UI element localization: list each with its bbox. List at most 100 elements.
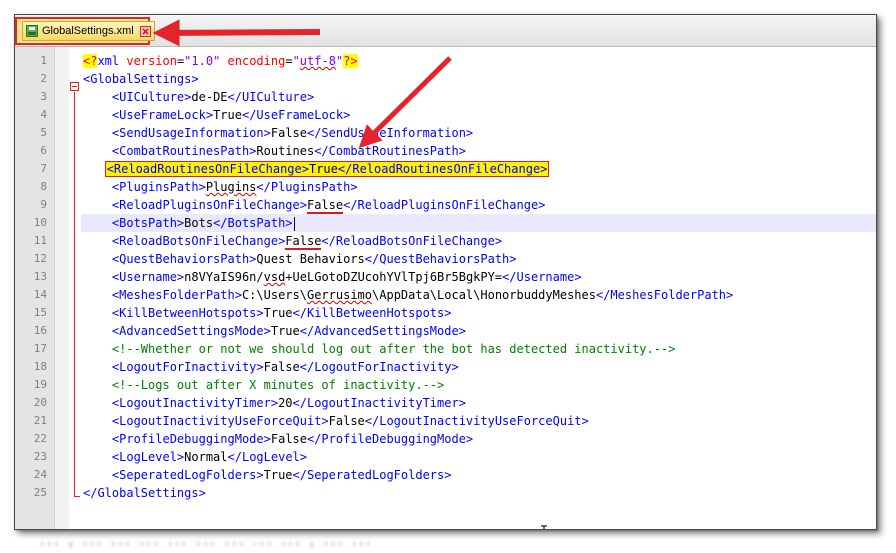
open-tag: <LogoutForInactivity> <box>111 360 264 374</box>
close-tag: </BotsPath> <box>213 216 293 230</box>
line-number: 15 <box>33 306 47 319</box>
blurred-background-text: ... , ... ... ... ... ... ... ... ... , … <box>40 530 374 549</box>
code-line-1: <?xml version="1.0" encoding="utf-8"?> <box>83 52 876 70</box>
open-tag: <ReloadPluginsOnFileChange> <box>111 198 307 212</box>
element-value: n8VYaIS96n/ <box>184 270 264 284</box>
xml-decl-quote: " <box>292 54 300 68</box>
code-line-11: <ReloadBotsOnFileChange>False</ReloadBot… <box>83 232 876 250</box>
close-tab-icon[interactable] <box>139 25 151 37</box>
line-number: 9 <box>40 198 47 211</box>
code-line-4: <UseFrameLock>True</UseFrameLock> <box>83 106 876 124</box>
line-number: 24 <box>33 468 47 481</box>
element-value: True <box>308 162 338 176</box>
code-line-25: </GlobalSettings> <box>83 484 876 502</box>
highlighted-reload-routines: <ReloadRoutinesOnFileChange>True</Reload… <box>104 161 550 177</box>
close-tag: </QuestBehaviorsPath> <box>364 252 517 266</box>
close-tag: </Username> <box>502 270 582 284</box>
xml-decl-open: <? <box>83 54 98 68</box>
open-tag: <SendUsageInformation> <box>111 126 271 140</box>
line-number: 5 <box>40 126 47 139</box>
line-number: 21 <box>33 414 47 427</box>
tab-globalsettings[interactable]: GlobalSettings.xml <box>15 17 155 45</box>
open-tag: <Username> <box>111 270 185 284</box>
code-line-5: <SendUsageInformation>False</SendUsageIn… <box>83 124 876 142</box>
code-line-17: <!--Whether or not we should log out aft… <box>83 340 876 358</box>
line-number: 8 <box>40 180 47 193</box>
code-line-8: <PluginsPath>Plugins</PluginsPath> <box>83 178 876 196</box>
tab-inner[interactable]: GlobalSettings.xml <box>22 21 155 41</box>
code-line-2: <GlobalSettings> <box>83 70 876 88</box>
xml-file-icon <box>26 25 38 37</box>
code-line-21: <LogoutInactivityUseForceQuit>False</Log… <box>83 412 876 430</box>
root-open-tag: <GlobalSettings> <box>83 72 199 86</box>
open-tag: <UICulture> <box>111 90 192 104</box>
element-value: de-DE <box>191 90 228 104</box>
line-number: 19 <box>33 378 47 391</box>
close-tag: </MeshesFolderPath> <box>595 288 734 302</box>
open-tag: <BotsPath> <box>111 216 185 230</box>
code-line-20: <LogoutInactivityTimer>20</LogoutInactiv… <box>83 394 876 412</box>
notepad-window: GlobalSettings.xml 1 2 3 4 5 6 7 8 9 10 11 12 13 14 15… <box>14 14 877 530</box>
element-value: Routines <box>256 144 315 158</box>
open-tag: <UseFrameLock> <box>111 108 214 122</box>
open-tag: <CombatRoutinesPath> <box>111 144 257 158</box>
line-number: 17 <box>33 342 47 355</box>
xml-decl-version-value: "1.0" <box>184 54 221 68</box>
element-value: C:\Users\ <box>241 288 307 302</box>
element-value: \AppData\Local\HonorbuddyMeshes <box>372 288 596 302</box>
code-line-14: <MeshesFolderPath>C:\Users\Gerrusimo\App… <box>83 286 876 304</box>
line-number: 18 <box>33 360 47 373</box>
element-value: False <box>328 414 365 428</box>
close-tag: </UseFrameLock> <box>241 108 351 122</box>
close-tag: </CombatRoutinesPath> <box>314 144 466 158</box>
open-tag: <AdvancedSettingsMode> <box>111 324 271 338</box>
line-number: 6 <box>40 144 47 157</box>
close-tag: </LogoutInactivityUseForceQuit> <box>364 414 589 428</box>
code-view[interactable]: <?xml version="1.0" encoding="utf-8"?> <… <box>81 52 876 502</box>
close-tag: </AdvancedSettingsMode> <box>299 324 466 338</box>
open-tag: <LogLevel> <box>111 450 185 464</box>
code-line-24: <SeperatedLogFolders>True</SeperatedLogF… <box>83 466 876 484</box>
line-number: 2 <box>40 72 47 85</box>
element-value: False <box>285 234 322 250</box>
code-line-3: <UICulture>de-DE</UICulture> <box>83 88 876 106</box>
element-value: 20 <box>278 396 293 410</box>
xml-comment: <!--Whether or not we should log out aft… <box>111 342 676 356</box>
element-value: +UeLGotoDZUcohYVlTpj6Br5BgkPY= <box>285 270 503 284</box>
element-value: False <box>263 360 300 374</box>
root-close-tag: </GlobalSettings> <box>83 486 206 500</box>
open-tag: <ReloadRoutinesOnFileChange> <box>106 162 309 176</box>
text-cursor-icon <box>539 525 549 529</box>
open-tag: <MeshesFolderPath> <box>111 288 242 302</box>
close-tag: </LogoutInactivityTimer> <box>292 396 466 410</box>
line-numbers: 1 2 3 4 5 6 7 8 9 10 11 12 13 14 15 16 17 18 19 20 21 22 23 24 2… <box>15 52 53 502</box>
line-number: 13 <box>33 270 47 283</box>
code-line-7: <ReloadRoutinesOnFileChange>True</Reload… <box>83 160 876 178</box>
line-number: 16 <box>33 324 47 337</box>
code-line-10: <BotsPath>Bots</BotsPath> <box>81 214 876 232</box>
editor-area[interactable]: 1 2 3 4 5 6 7 8 9 10 11 12 13 14 15 16 17 18 19 20 21 22 23 24 2… <box>15 47 876 529</box>
xml-decl-space <box>220 54 227 68</box>
open-tag: <KillBetweenHotspots> <box>111 306 264 320</box>
close-tag: </UICulture> <box>227 90 315 104</box>
element-value: True <box>213 108 242 122</box>
element-value: True <box>263 306 293 320</box>
element-value: True <box>263 468 293 482</box>
xml-decl-name: xml <box>97 54 127 68</box>
close-tag: </PluginsPath> <box>256 180 358 194</box>
line-number: 23 <box>33 450 47 463</box>
line-number: 14 <box>33 288 47 301</box>
line-number-gutter: 1 2 3 4 5 6 7 8 9 10 11 12 13 14 15 16 17 18 19 20 21 22 23 24 2… <box>15 47 55 529</box>
tab-bar: GlobalSettings.xml <box>15 15 876 47</box>
code-line-13: <Username>n8VYaIS96n/vsd+UeLGotoDZUcohYV… <box>83 268 876 286</box>
code-line-19: <!--Logs out after X minutes of inactivi… <box>83 376 876 394</box>
close-tag: </KillBetweenHotspots> <box>292 306 452 320</box>
line-number: 25 <box>33 486 47 499</box>
line-number: 11 <box>33 234 47 247</box>
fold-minus-icon[interactable] <box>70 82 79 91</box>
element-value: False <box>306 198 344 214</box>
open-tag: <ProfileDebuggingMode> <box>111 432 271 446</box>
element-value: Gerrusimo <box>306 288 373 302</box>
fold-margin <box>55 47 69 529</box>
open-tag: <SeperatedLogFolders> <box>111 468 264 482</box>
